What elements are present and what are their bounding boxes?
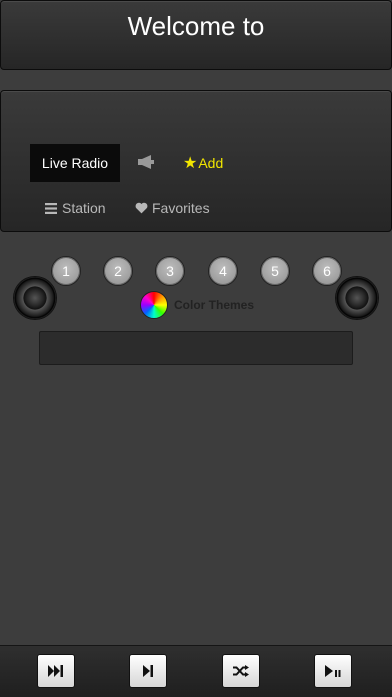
- add-label: Add: [198, 155, 224, 171]
- station-label: Station: [62, 200, 106, 216]
- left-speaker-icon: [14, 277, 56, 319]
- preset-button-5[interactable]: 5: [260, 256, 290, 286]
- preset-button-6[interactable]: 6: [312, 256, 342, 286]
- fast-forward-icon: [48, 665, 63, 677]
- color-themes-label: Color Themes: [174, 298, 255, 312]
- station-tab[interactable]: Station: [45, 200, 106, 216]
- preset-button-3[interactable]: 3: [155, 256, 185, 286]
- preset-button-2[interactable]: 2: [103, 256, 133, 286]
- now-playing-bar: [39, 331, 353, 365]
- shuffle-icon: [233, 665, 249, 677]
- header-panel: Welcome to: [0, 0, 392, 70]
- color-themes-button[interactable]: Color Themes: [140, 291, 254, 319]
- add-favorite-button[interactable]: ★ Add: [183, 153, 223, 173]
- favorites-label: Favorites: [152, 200, 210, 216]
- station-panel: Live Radio ★ Add Station Favorites: [0, 90, 392, 232]
- play-pause-icon: [325, 665, 341, 677]
- color-wheel-icon: [140, 291, 168, 319]
- skip-forward-button[interactable]: [129, 654, 167, 688]
- live-radio-button[interactable]: Live Radio: [30, 144, 120, 182]
- menu-icon: [45, 202, 57, 214]
- preset-button-4[interactable]: 4: [208, 256, 238, 286]
- play-pause-button[interactable]: [314, 654, 352, 688]
- right-speaker-icon: [336, 277, 378, 319]
- shuffle-button[interactable]: [222, 654, 260, 688]
- preset-button-1[interactable]: 1: [51, 256, 81, 286]
- playback-controls: [0, 645, 392, 697]
- favorites-tab[interactable]: Favorites: [135, 200, 210, 216]
- star-icon: ★: [183, 155, 198, 172]
- skip-forward-icon: [143, 665, 153, 677]
- heart-icon: [135, 202, 148, 214]
- fast-forward-button[interactable]: [37, 654, 75, 688]
- megaphone-icon[interactable]: [137, 155, 155, 174]
- page-title: Welcome to: [127, 11, 265, 41]
